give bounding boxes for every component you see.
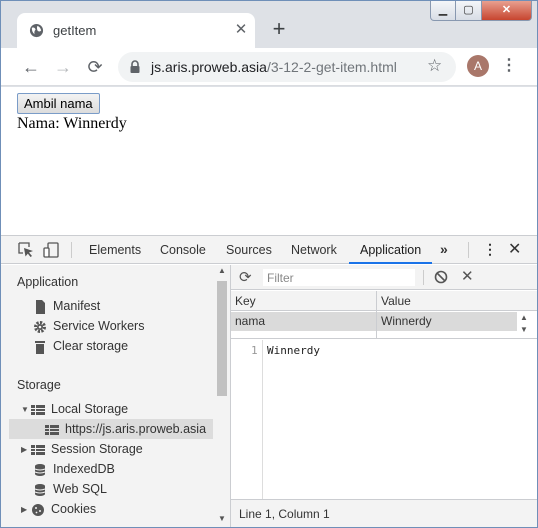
sidebar-item-clear-storage[interactable]: Clear storage [33,336,128,356]
refresh-icon[interactable]: ⟳ [239,268,252,286]
column-divider[interactable] [376,291,377,339]
scroll-down-icon[interactable]: ▼ [218,514,226,523]
sidebar-item-label: Manifest [53,299,101,313]
row-key: nama [235,314,266,328]
new-tab-button[interactable]: + [265,16,293,44]
reload-icon[interactable]: ⟳ [83,55,107,79]
gear-icon [34,320,46,333]
globe-icon [29,23,44,38]
column-header-value[interactable]: Value [381,294,411,308]
table-row[interactable]: nama Winnerdy [231,312,517,331]
devtools-toolbar: Elements Console Sources Network Applica… [1,236,537,264]
tab-elements[interactable]: Elements [89,236,141,264]
column-header-key[interactable]: Key [235,294,256,308]
document-icon [36,299,45,314]
url-path: /3-12-2-get-item.html [266,59,397,75]
devtools-menu-icon[interactable]: ⋮ [483,236,497,264]
application-heading: Application [17,275,79,289]
preview-text[interactable]: Winnerdy [267,344,320,357]
sidebar-item-local-origin[interactable]: https://js.aris.proweb.asia [9,419,213,439]
trash-icon [35,340,45,354]
bookmark-star-icon[interactable]: ☆ [427,56,442,76]
sidebar-item-cookies[interactable]: ▶ Cookies [21,499,96,519]
clear-all-icon[interactable] [434,270,448,284]
browser-menu-icon[interactable]: ⋮ [501,55,517,79]
sidebar-item-websql[interactable]: Web SQL [33,479,107,499]
status-bar: Line 1, Column 1 [231,499,537,527]
application-sidebar: Application Manifest Service Workers Cle… [1,265,230,527]
storage-table: Key Value nama Winnerdy ▲ ▼ [231,291,537,339]
grid-icon [45,424,59,435]
sidebar-scrollbar[interactable]: ▲ ▼ [215,265,229,527]
sidebar-item-label: Local Storage [51,402,129,416]
window-controls: ▁ ▢ ✕ [430,1,532,21]
table-scrollbar[interactable]: ▲ ▼ [517,312,531,339]
inspect-element-icon[interactable] [18,242,34,258]
devtools-close-icon[interactable]: ✕ [508,236,521,264]
more-tabs-icon[interactable]: » [440,236,448,264]
grid-icon [31,444,45,455]
address-bar[interactable]: js.aris.proweb.asia/3-12-2-get-item.html… [118,52,456,82]
grid-icon [31,404,45,415]
database-icon [34,463,46,476]
sidebar-item-service-workers[interactable]: Service Workers [33,316,144,336]
toolbar-divider [468,242,469,258]
filter-bar: ⟳ ✕ [231,265,537,290]
sidebar-item-label: Web SQL [53,482,107,496]
delete-selected-icon[interactable]: ✕ [461,267,474,285]
browser-tab[interactable]: getItem ✕ [17,13,255,48]
expanded-triangle-icon[interactable]: ▼ [21,400,31,420]
line-number: 1 [251,344,258,357]
table-header: Key Value [231,291,537,311]
sidebar-item-label: IndexedDB [53,462,115,476]
cookie-icon [32,503,44,516]
sidebar-item-session-storage[interactable]: ▶ Session Storage [21,439,143,459]
value-preview: 1 Winnerdy [231,340,537,499]
sidebar-item-manifest[interactable]: Manifest [33,296,100,316]
scrollbar-thumb[interactable] [217,281,227,396]
tab-application[interactable]: Application [349,236,433,264]
tab-network[interactable]: Network [291,236,337,264]
tab-sources[interactable]: Sources [226,236,272,264]
close-window-button[interactable]: ✕ [482,1,532,21]
url-text: js.aris.proweb.asia/3-12-2-get-item.html [151,59,397,75]
sidebar-item-indexeddb[interactable]: IndexedDB [33,459,115,479]
sidebar-item-label: Session Storage [51,442,143,456]
sidebar-item-label: Service Workers [53,319,145,333]
devtools-panel: Elements Console Sources Network Applica… [1,235,537,527]
collapsed-triangle-icon[interactable]: ▶ [21,440,31,460]
tab-console[interactable]: Console [160,236,206,264]
cursor-position: Line 1, Column 1 [239,507,330,521]
forward-icon[interactable]: → [51,55,75,79]
scroll-up-icon[interactable]: ▲ [218,266,226,275]
storage-heading: Storage [17,378,61,392]
line-gutter: 1 [231,340,263,499]
lock-icon [130,60,140,73]
browser-window: getItem ✕ + ▁ ▢ ✕ ← → ⟳ js.aris.proweb.a… [0,0,538,528]
toolbar-divider [423,270,424,285]
database-icon [34,483,46,496]
ambil-nama-button[interactable]: Ambil nama [17,93,100,114]
result-text: Nama: Winnerdy [17,115,127,132]
sidebar-item-label: Clear storage [53,339,129,353]
profile-avatar[interactable]: A [467,55,489,77]
sidebar-item-local-storage[interactable]: ▼ Local Storage [21,399,128,419]
tab-strip: getItem ✕ + ▁ ▢ ✕ [1,1,537,48]
storage-main-panel: ⟳ ✕ Key Value nama Winnerdy ▲▼ [230,265,537,527]
sidebar-item-label: Cookies [51,502,97,516]
device-toolbar-icon[interactable] [43,242,59,258]
filter-input[interactable] [263,269,415,286]
page-viewport: Ambil nama Nama: Winnerdy [1,87,537,235]
sidebar-item-label: https://js.aris.proweb.asia [65,422,207,436]
minimize-button[interactable]: ▁ [430,1,456,21]
maximize-button[interactable]: ▢ [456,1,482,21]
row-value: Winnerdy [381,314,432,328]
collapsed-triangle-icon[interactable]: ▶ [21,500,31,520]
tab-title: getItem [53,23,97,38]
toolbar-divider [71,242,72,258]
tab-close-icon[interactable]: ✕ [233,21,249,39]
url-domain: js.aris.proweb.asia [151,59,267,75]
browser-toolbar: ← → ⟳ js.aris.proweb.asia/3-12-2-get-ite… [1,48,537,86]
back-icon[interactable]: ← [19,55,43,79]
